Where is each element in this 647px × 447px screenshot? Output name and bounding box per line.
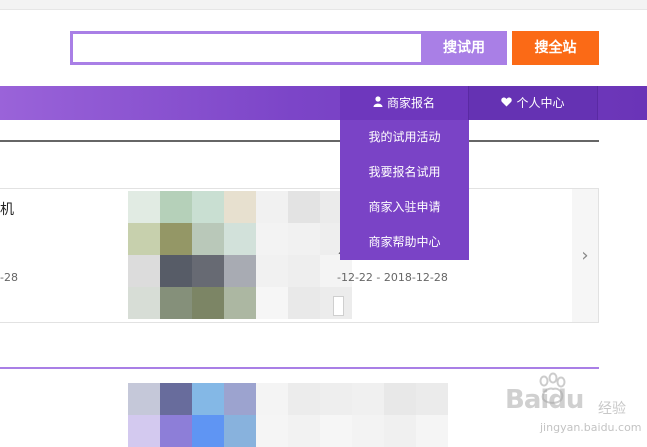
listing-badge-box bbox=[333, 296, 344, 316]
user-icon bbox=[373, 87, 383, 121]
menu-item-apply-trial[interactable]: 我要报名试用 bbox=[340, 155, 469, 190]
watermark-logo: Baidu bbox=[505, 385, 584, 415]
search-site-button[interactable]: 搜全站 bbox=[512, 31, 599, 65]
nav-merchant-signup[interactable]: 商家报名 bbox=[340, 86, 469, 120]
merchant-dropdown-menu: 我的试用活动 我要报名试用 商家入驻申请 商家帮助中心 bbox=[340, 120, 469, 260]
heart-icon bbox=[501, 87, 513, 121]
menu-item-merchant-help[interactable]: 商家帮助中心 bbox=[340, 225, 469, 260]
top-strip bbox=[0, 0, 647, 10]
nav-merchant-label: 商家报名 bbox=[386, 96, 435, 110]
product-image-blurred[interactable] bbox=[128, 191, 352, 319]
search-input[interactable] bbox=[70, 31, 422, 65]
nav-personal-label: 个人中心 bbox=[516, 96, 565, 110]
listing-date-range: -12-22 - 2018-12-28 bbox=[337, 271, 448, 284]
section-divider-2 bbox=[0, 367, 599, 369]
listing-left-date: -28 bbox=[0, 271, 18, 284]
nav-personal-center[interactable]: 个人中心 bbox=[469, 86, 598, 120]
section-divider bbox=[0, 140, 599, 142]
chevron-right-icon: › bbox=[581, 245, 589, 266]
search-trial-button[interactable]: 搜试用 bbox=[421, 31, 507, 65]
listing-left-title[interactable]: 机 bbox=[0, 199, 14, 219]
product-image-blurred-2[interactable] bbox=[128, 383, 448, 447]
menu-item-merchant-join[interactable]: 商家入驻申请 bbox=[340, 190, 469, 225]
menu-item-my-trials[interactable]: 我的试用活动 bbox=[340, 120, 469, 155]
carousel-next-button[interactable]: › bbox=[572, 189, 598, 322]
watermark-url: jingyan.baidu.com bbox=[540, 421, 642, 434]
watermark-text: 经验 bbox=[598, 401, 626, 417]
